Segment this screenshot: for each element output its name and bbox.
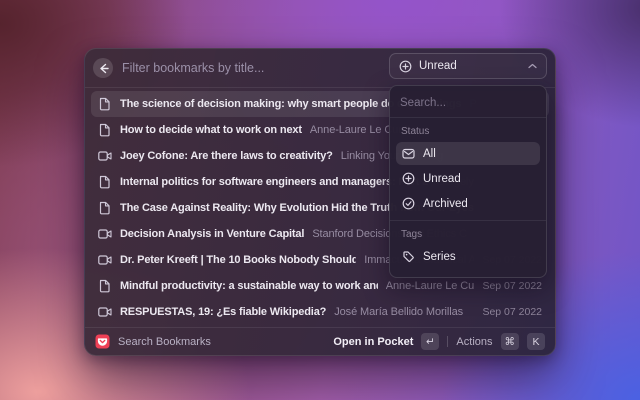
bookmark-subtitle: José María Bellido Morillas xyxy=(334,306,463,318)
circle-check-icon xyxy=(402,197,415,210)
bookmark-title: Joey Cofone: Are there laws to creativit… xyxy=(120,150,333,162)
back-button[interactable] xyxy=(93,58,113,78)
bookmark-title: How to decide what to work on next xyxy=(120,124,302,136)
tag-icon xyxy=(402,250,415,263)
dropdown-item-label: All xyxy=(423,148,436,160)
circle-plus-icon xyxy=(399,60,412,73)
video-icon xyxy=(98,254,112,266)
circle-plus-icon xyxy=(402,172,415,185)
status-filter-dropdown-panel: Status All Unread Archived Tags Series xyxy=(389,85,547,278)
dropdown-item-unread[interactable]: Unread xyxy=(396,167,540,190)
status-section-label: Status xyxy=(396,123,540,142)
dropdown-item-all[interactable]: All xyxy=(396,142,540,165)
bookmark-title: Dr. Peter Kreeft | The 10 Books Nobody S… xyxy=(120,254,356,266)
dropdown-search-input[interactable] xyxy=(400,97,536,109)
open-in-pocket-action[interactable]: Open in Pocket xyxy=(333,336,413,348)
arrow-left-icon xyxy=(98,63,109,74)
footer-bar: Search Bookmarks Open in Pocket ↵ Action… xyxy=(85,328,555,355)
k-key-badge: K xyxy=(527,333,545,350)
toolbar: Unread xyxy=(85,49,555,87)
dropdown-item-label: Series xyxy=(423,251,456,263)
bookmark-subtitle: Anne-Laure Le Cunff xyxy=(386,280,475,292)
video-icon xyxy=(98,306,112,318)
video-icon xyxy=(98,150,112,162)
envelope-icon xyxy=(402,147,415,160)
pocket-logo-icon xyxy=(95,334,110,349)
dropdown-item-label: Archived xyxy=(423,198,468,210)
bookmark-title: Decision Analysis in Venture Capital xyxy=(120,228,304,240)
launcher-window: Unread The science of decision making: w… xyxy=(84,48,556,356)
article-icon xyxy=(98,175,112,189)
app-label: Search Bookmarks xyxy=(118,336,211,348)
status-filter-dropdown-button[interactable]: Unread xyxy=(389,53,547,79)
article-icon xyxy=(98,201,112,215)
bookmark-date: Sep 07 2022 xyxy=(482,280,542,292)
status-filter-value: Unread xyxy=(419,60,457,72)
bookmark-title: Internal politics for software engineers… xyxy=(120,176,428,188)
dropdown-item-series[interactable]: Series xyxy=(396,245,540,268)
article-icon xyxy=(98,123,112,137)
bookmark-row[interactable]: RESPUESTAS, 19: ¿Es fiable Wikipedia? Jo… xyxy=(91,299,549,325)
bookmark-date: Sep 07 2022 xyxy=(482,306,542,318)
dropdown-item-archived[interactable]: Archived xyxy=(396,192,540,215)
chevron-up-icon xyxy=(528,63,537,69)
article-icon xyxy=(98,97,112,111)
tags-section-label: Tags xyxy=(396,226,540,245)
bookmark-title: RESPUESTAS, 19: ¿Es fiable Wikipedia? xyxy=(120,306,326,318)
cmd-key-badge: ⌘ xyxy=(501,333,520,350)
actions-button[interactable]: Actions xyxy=(456,336,492,348)
bookmark-title: Mindful productivity: a sustainable way … xyxy=(120,280,378,292)
footer-separator xyxy=(447,336,448,347)
return-key-badge: ↵ xyxy=(421,333,439,350)
dropdown-item-label: Unread xyxy=(423,173,461,185)
article-icon xyxy=(98,279,112,293)
video-icon xyxy=(98,228,112,240)
